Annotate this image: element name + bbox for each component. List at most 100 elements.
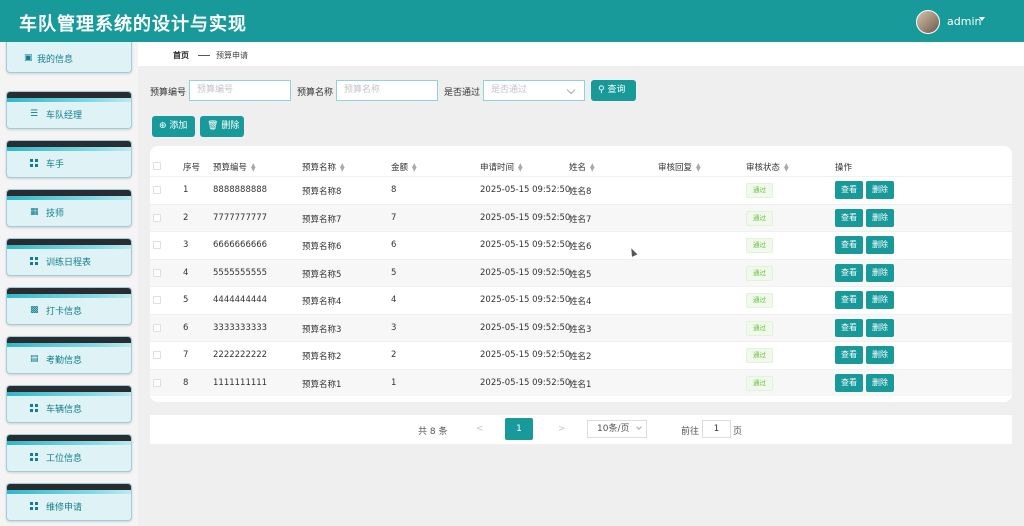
row-checkbox[interactable] [153, 296, 161, 304]
select-all-checkbox[interactable] [153, 162, 161, 170]
sidebar-item[interactable]: 车辆信息 [6, 385, 132, 423]
sidebar-item-label: 打卡信息 [46, 307, 83, 317]
row-checkbox[interactable] [153, 268, 161, 277]
search-button[interactable]: ⚲ 查询 [591, 80, 636, 101]
delete-button[interactable]: 删除 [866, 346, 894, 364]
row-checkbox[interactable] [153, 213, 161, 222]
row-checkbox[interactable] [153, 323, 161, 332]
view-button[interactable]: 查看 [835, 318, 863, 337]
sort-icon[interactable]: ▲ ▼ [518, 162, 523, 172]
cell-time: 2025-05-15 09:52:50 [480, 377, 571, 388]
status-badge: 通过 [746, 265, 773, 281]
table-row[interactable]: 2 7777777777 预算名称7 7 2025-05-15 09:52:50 姓名7 通… [150, 203, 1012, 231]
cell-amount: 1 [391, 377, 397, 388]
view-button[interactable]: 查看 [835, 181, 863, 199]
sidebar-item-label: 训练日程表 [46, 258, 92, 268]
sidebar-item[interactable]: 训练日程表 [6, 238, 132, 276]
header-reply[interactable]: 审核回复 ▲ ▼ [658, 161, 701, 173]
cell-code: 8888888888 [213, 185, 268, 195]
table-row[interactable]: 6 3333333333 预算名称3 3 2025-05-15 09:52:50 姓名3 通… [150, 313, 1012, 341]
next-page-button[interactable]: > [558, 424, 566, 434]
batch-delete-button-label: 删除 [221, 121, 240, 131]
view-button[interactable]: 查看 [835, 346, 863, 364]
list-icon: ☰ [30, 109, 39, 119]
sort-icon[interactable]: ▲ ▼ [412, 162, 417, 172]
sidebar-item[interactable]: ▤ 考勤信息 [6, 336, 132, 374]
cell-name: 预算名称2 [302, 352, 342, 362]
delete-button[interactable]: 删除 [866, 291, 894, 309]
goto-page-input[interactable]: 1 [702, 420, 731, 438]
sidebar-item[interactable]: 车手 [6, 140, 132, 178]
user-avatar[interactable] [916, 10, 940, 34]
grid-icon [30, 257, 39, 266]
header-applicant[interactable]: 姓名 ▲ ▼ [569, 161, 595, 173]
view-button[interactable]: 查看 [835, 263, 863, 282]
add-button[interactable]: ⊕ 添加 [152, 116, 195, 137]
sort-icon[interactable]: ▲ ▼ [590, 162, 595, 172]
caret-down-icon[interactable] [979, 17, 985, 21]
cell-index: 3 [183, 240, 189, 250]
header-amount[interactable]: 金额 ▲ ▼ [391, 161, 417, 173]
sidebar-item[interactable]: 维修申请 [6, 483, 132, 521]
header-time[interactable]: 申请时间 ▲ ▼ [480, 161, 523, 173]
cell-time: 2025-05-15 09:52:50 [480, 350, 571, 360]
view-button[interactable]: 查看 [835, 236, 863, 254]
cell-applicant: 姓名8 [569, 187, 592, 197]
page-number-current[interactable]: 1 [505, 418, 533, 440]
delete-button[interactable]: 删除 [866, 236, 894, 254]
header-status[interactable]: 审核状态 ▲ ▼ [746, 161, 789, 173]
delete-button[interactable]: 删除 [866, 181, 894, 199]
delete-button[interactable]: 删除 [866, 318, 894, 337]
row-checkbox[interactable] [153, 186, 161, 194]
sidebar-item[interactable]: ▩ 打卡信息 [6, 287, 132, 325]
cell-index: 2 [183, 212, 189, 223]
sidebar: ▣ 我的信息 ☰ 车队经理车手 ▦ 技师训练日程表 ▩ 打卡信息 ▤ 考勤信息车辆信息工位信息维修… [0, 42, 138, 526]
row-checkbox[interactable] [153, 378, 161, 387]
delete-button[interactable]: 删除 [866, 373, 894, 392]
user-name[interactable]: admin [947, 15, 981, 28]
sidebar-item[interactable]: 工位信息 [6, 434, 132, 472]
cell-code: 4444444444 [213, 295, 268, 305]
breadcrumb-home[interactable]: 首页 [173, 50, 189, 61]
cell-applicant: 姓名3 [569, 324, 592, 335]
sidebar-item-label: 技师 [46, 209, 65, 219]
delete-button[interactable]: 删除 [866, 263, 894, 282]
breadcrumb-current: 预算申请 [216, 51, 248, 60]
code-filter-input[interactable]: 预算编号 [189, 80, 291, 101]
table-row[interactable]: 3 6666666666 预算名称6 6 2025-05-15 09:52:50 姓名6 通… [150, 231, 1012, 258]
table-row[interactable]: 5 4444444444 预算名称4 4 2025-05-15 09:52:50 姓名4 通… [150, 286, 1012, 313]
delete-button[interactable]: 删除 [866, 208, 894, 227]
table-row[interactable]: 8 1111111111 预算名称1 1 2025-05-15 09:52:50 姓名1 通… [150, 368, 1012, 396]
header-name[interactable]: 预算名称 ▲ ▼ [302, 161, 345, 173]
cell-amount: 3 [391, 322, 397, 333]
sidebar-item[interactable]: ▦ 技师 [6, 189, 132, 227]
search-icon: ⚲ [598, 85, 605, 95]
sidebar-item-label: 我的信息 [37, 55, 74, 65]
table-row[interactable]: 4 5555555555 预算名称5 5 2025-05-15 09:52:50 姓名5 通… [150, 258, 1012, 286]
cell-name: 预算名称1 [302, 379, 342, 390]
sidebar-item[interactable]: ☰ 车队经理 [6, 91, 132, 129]
view-button[interactable]: 查看 [835, 373, 863, 392]
table-row[interactable]: 1 8888888888 预算名称8 8 2025-05-15 09:52:50 姓名8 通… [150, 176, 1012, 203]
name-filter-label: 预算名称 [297, 88, 334, 98]
row-checkbox[interactable] [153, 351, 161, 359]
header-code[interactable]: 预算编号 ▲ ▼ [213, 161, 256, 173]
sort-icon[interactable]: ▲ ▼ [784, 162, 789, 172]
cell-applicant: 姓名6 [569, 242, 592, 252]
prev-page-button[interactable]: < [476, 424, 484, 434]
view-button[interactable]: 查看 [835, 208, 863, 227]
name-filter-input[interactable]: 预算名称 [336, 80, 438, 101]
cell-amount: 4 [391, 295, 397, 305]
sort-icon[interactable]: ▲ ▼ [696, 162, 701, 172]
view-button[interactable]: 查看 [835, 291, 863, 309]
sort-icon[interactable]: ▲ ▼ [251, 162, 256, 172]
row-checkbox[interactable] [153, 241, 161, 249]
sidebar-item[interactable]: ▣ 我的信息 [6, 42, 132, 73]
sort-icon[interactable]: ▲ ▼ [340, 162, 345, 172]
batch-delete-button[interactable]: 🗑 删除 [200, 116, 244, 137]
main-content: 首页 预算申请 预算编号 预算编号 预算名称 预算名称 是否通过 是否通过 ⚲ … [138, 42, 1024, 526]
cell-amount: 7 [391, 212, 397, 223]
header-index: 序号 [183, 163, 201, 173]
sidebar-item-label: 维修申请 [46, 503, 83, 513]
table-row[interactable]: 7 2222222222 预算名称2 2 2025-05-15 09:52:50 姓名2 通… [150, 341, 1012, 368]
